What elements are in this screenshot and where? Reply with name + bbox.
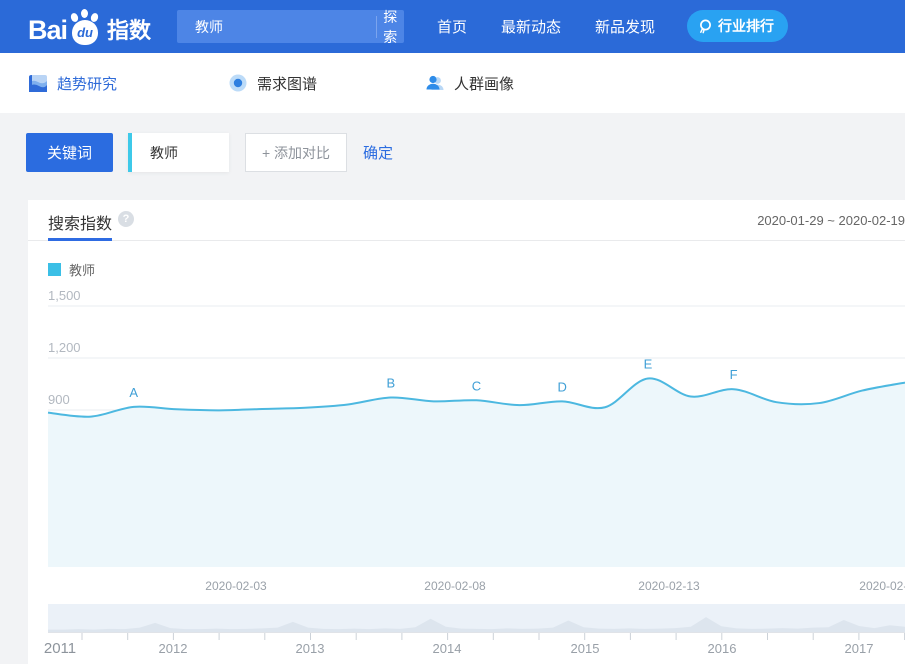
point-label[interactable]: D [558,379,567,394]
baidu-paw-icon: du [68,9,102,45]
industry-ranking-label: 行业排行 [718,16,774,36]
logo-text-bai: Bai [28,15,67,45]
timeline-year-label[interactable]: 2011 [44,640,76,657]
series-area [48,378,905,567]
point-label[interactable]: C [472,378,481,393]
y-axis-label: 1,200 [48,340,81,355]
timeline-year-label[interactable]: 2016 [708,641,737,656]
nav-item-latest-news[interactable]: 最新动态 [501,16,561,37]
keyword-label-button[interactable]: 关键词 [26,133,113,172]
section-tabbar: 趋势研究 需求图谱 人群画像 [0,53,905,113]
y-axis-label: 900 [48,392,70,407]
timeline-strip[interactable] [48,604,905,632]
x-axis-label: 2020-02-08 [424,579,486,593]
nav-item-new-products[interactable]: 新品发现 [595,16,655,37]
nav-item-home[interactable]: 首页 [437,16,467,37]
tab-trend-research[interactable]: 趋势研究 [28,53,117,113]
timeline-year-label[interactable]: 2013 [296,641,325,656]
tab-trend-research-label: 趋势研究 [57,73,117,94]
industry-ranking-button[interactable]: 行业排行 [687,10,788,42]
person-icon [425,73,445,93]
medal-icon [697,18,714,35]
tab-crowd-portrait[interactable]: 人群画像 [425,53,514,113]
search-input[interactable] [177,10,376,43]
search-submit-button[interactable]: 探索 [377,7,404,47]
logo-text-du: du [77,25,93,40]
tab-demand-graph-label: 需求图谱 [257,73,317,94]
timeline-year-label[interactable]: 2017 [845,641,874,656]
point-label[interactable]: F [730,367,738,382]
point-label[interactable]: A [129,385,138,400]
timeline-year-label[interactable]: 2014 [433,641,462,656]
top-nav: 首页 最新动态 新品发现 [437,0,689,53]
trend-chart-icon [28,73,48,93]
baidu-index-logo[interactable]: Bai du 指数 [28,9,151,45]
timeline-year-label[interactable]: 2012 [159,641,188,656]
x-axis-label: 2020-02-13 [638,579,700,593]
app-header: Bai du 指数 探索 首页 最新动态 新品发现 行业排行 [0,0,905,53]
search-index-chart[interactable]: 3006009001,2001,500ABCDEF2020-02-032020-… [28,200,905,664]
logo-text-suffix: 指数 [107,17,151,45]
add-compare-button[interactable]: + 添加对比 [245,133,347,172]
keyword-input[interactable] [132,133,229,172]
x-axis-label: 2020-02-03 [205,579,267,593]
tab-demand-graph[interactable]: 需求图谱 [228,53,317,113]
point-label[interactable]: B [386,376,395,391]
timeline-year-label[interactable]: 2015 [571,641,600,656]
x-axis-label: 2020-02-18 [859,579,905,593]
keyword-input-box [128,133,229,172]
search-box: 探索 [177,10,404,43]
confirm-link[interactable]: 确定 [363,142,393,163]
tab-crowd-portrait-label: 人群画像 [454,73,514,94]
search-index-panel: 搜索指数 ? 2020-01-29 ~ 2020-02-19 教师 300600… [28,200,905,664]
y-axis-label: 1,500 [48,288,81,303]
point-label[interactable]: E [644,356,653,371]
radar-dot-icon [228,73,248,93]
keyword-bar: 关键词 + 添加对比 确定 [0,113,905,200]
